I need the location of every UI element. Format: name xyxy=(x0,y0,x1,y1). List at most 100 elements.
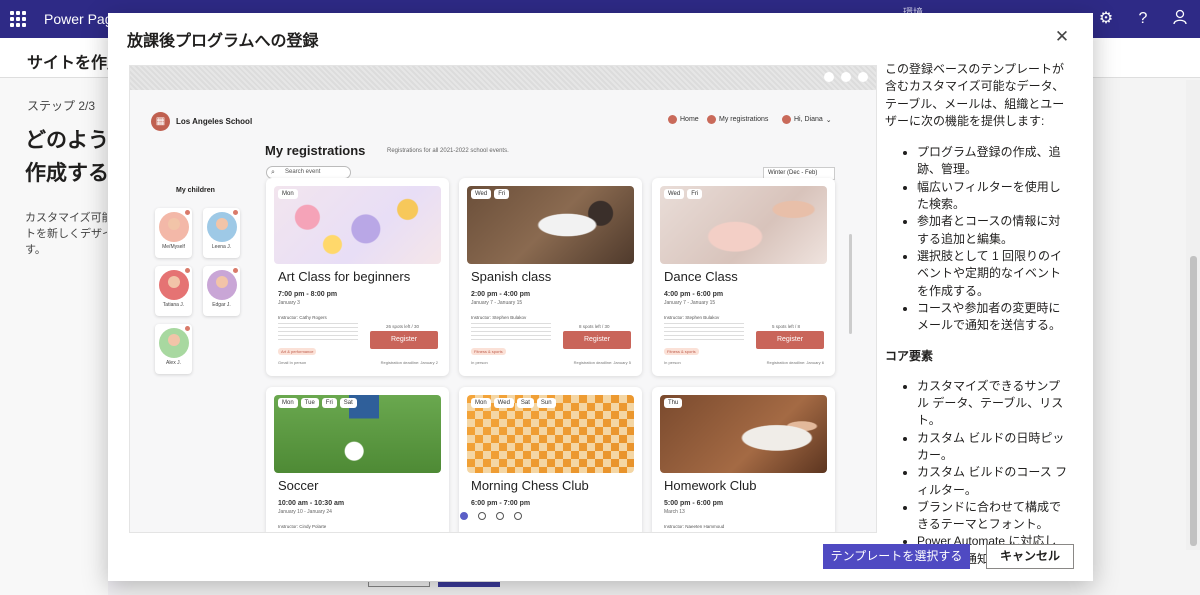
browser-dot xyxy=(841,72,851,82)
event-name: Spanish class xyxy=(471,269,552,284)
day-chip: Mon xyxy=(471,398,491,408)
preview-scrollbar xyxy=(849,234,852,334)
event-description xyxy=(278,323,358,343)
user-avatar-icon xyxy=(782,115,791,124)
event-image xyxy=(274,186,441,264)
preview-page-title: My registrations xyxy=(265,143,366,158)
dialog-title: 放課後プログラムへの登録 xyxy=(127,33,319,50)
event-time: 2:00 pm - 4:00 pm xyxy=(471,291,531,298)
preview-page-subtitle: Registrations for all 2021-2022 school e… xyxy=(387,148,509,154)
cancel-button[interactable]: キャンセル xyxy=(986,544,1074,569)
feature-item: コースや参加者の変更時にメールで通知を送信する。 xyxy=(917,300,1068,335)
day-chip: Fri xyxy=(321,398,337,408)
pager-dot xyxy=(478,512,486,520)
event-deadline: Registration deadline: January 2 xyxy=(380,360,438,365)
day-chip: Sat xyxy=(516,398,534,408)
core-item: カスタム ビルドの日時ピッカー。 xyxy=(917,430,1068,465)
day-chip: Wed xyxy=(493,398,514,408)
event-tag: Fitness & sports xyxy=(471,348,506,355)
child-card: Edgar J. xyxy=(203,266,240,316)
day-chip: Mon xyxy=(278,398,298,408)
step-indicator: ステップ 2/3 xyxy=(27,99,96,113)
pager-dot xyxy=(496,512,504,520)
event-spots: 26 spots left / 30 xyxy=(386,324,420,329)
browser-bar xyxy=(130,66,876,90)
event-image xyxy=(660,395,827,473)
event-dates: January 10 - January 24 xyxy=(278,509,332,515)
registrations-icon xyxy=(707,115,716,124)
help-icon[interactable]: ? xyxy=(1133,9,1153,29)
event-instructor: Instructor: Stephen Bulakov xyxy=(471,315,527,320)
event-name: Dance Class xyxy=(664,269,738,284)
event-deadline: Registration deadline: January 6 xyxy=(766,360,824,365)
wizard-description: カスタマイズ可能なテンプレートを選択します。 トを新しくデザインできます。 す。 xyxy=(25,210,107,258)
wizard-description-line2: トを新しくデザインできます。 xyxy=(25,228,107,240)
page-scrollbar[interactable] xyxy=(1186,80,1200,550)
day-chip: Wed xyxy=(664,189,685,199)
wizard-heading-line1: どのようなサイトを xyxy=(25,129,115,152)
event-description xyxy=(664,323,744,343)
search-placeholder: Search event xyxy=(285,169,321,175)
background-back-button xyxy=(368,582,430,587)
background-next-button xyxy=(438,582,500,587)
feature-item: 選択肢として 1 回限りのイベントや定期的なイベントを作成する。 xyxy=(917,248,1068,300)
event-card: Wed Fri Spanish class 2:00 pm - 4:00 pm J… xyxy=(459,178,642,376)
child-name: Alex J. xyxy=(165,360,181,366)
child-name: Edgar J. xyxy=(212,302,231,308)
event-instructor: Instructor: Naeeten Hammoud xyxy=(664,524,725,529)
event-tag: Fitness & sports xyxy=(664,348,699,355)
intro-text: この登録ベースのテンプレートが含むカスタマイズ可能なデータ、テーブル、メールは、… xyxy=(885,62,1065,128)
event-spots: 8 spots left / 30 xyxy=(579,324,610,329)
feature-item: プログラム登録の作成、追跡、管理。 xyxy=(917,144,1068,179)
core-elements-title: コア要素 xyxy=(885,349,934,364)
day-chip: Thu xyxy=(664,398,683,408)
event-time: 5:00 pm - 6:00 pm xyxy=(664,500,724,507)
core-item: カスタマイズできるサンプル データ、テーブル、リスト。 xyxy=(917,378,1068,430)
register-button: Register xyxy=(370,331,438,349)
template-description: この登録ベースのテンプレートが含むカスタマイズ可能なデータ、テーブル、メールは、… xyxy=(885,61,1068,582)
event-name: Art Class for beginners xyxy=(278,269,411,284)
close-icon[interactable]: ✕ xyxy=(1052,27,1072,47)
day-chip: Wed xyxy=(471,189,492,199)
wizard-heading-line2: 作成するかを xyxy=(25,162,115,185)
pager-dot xyxy=(514,512,522,520)
event-location: In person xyxy=(471,360,488,365)
day-chip: Fri xyxy=(494,189,510,199)
wizard-heading: どのようなサイトを 作成するかを xyxy=(25,124,115,190)
child-card: Tatiana J. xyxy=(155,266,192,316)
child-name: Leena J. xyxy=(211,244,232,250)
event-name: Soccer xyxy=(278,478,319,493)
scrollbar-thumb[interactable] xyxy=(1190,256,1197,546)
account-icon[interactable] xyxy=(1170,9,1190,31)
event-card: Mon Art Class for beginners 7:00 pm - 8:… xyxy=(266,178,449,376)
feature-list: プログラム登録の作成、追跡、管理。 幅広いフィルターを使用した検索。 参加者とコ… xyxy=(885,144,1068,334)
children-label: My children xyxy=(176,187,215,194)
school-logo-icon: ▦ xyxy=(151,112,170,131)
event-instructor: Instructor: Cathy Rogers xyxy=(278,315,327,320)
settings-icon[interactable]: ⚙ xyxy=(1096,9,1116,29)
feature-item: 参加者とコースの情報に対する追加と編集。 xyxy=(917,213,1068,248)
child-name: Me/Myself xyxy=(162,244,185,250)
wizard-description-line3: す。 xyxy=(25,244,46,256)
event-dates: January 7 - January 15 xyxy=(471,300,523,306)
event-description xyxy=(471,323,551,343)
waffle-icon[interactable] xyxy=(10,11,26,27)
event-instructor: Instructor: Cindy Polarte xyxy=(278,524,327,529)
register-button: Register xyxy=(563,331,631,349)
event-location: In person xyxy=(664,360,681,365)
child-name: Tatiana J. xyxy=(162,302,185,308)
chevron-down-icon: ⌄ xyxy=(825,116,832,124)
event-dates: January 3 xyxy=(278,300,300,306)
feature-item: 幅広いフィルターを使用した検索。 xyxy=(917,179,1068,214)
nav-home-label: Home xyxy=(680,116,699,123)
nav-home: Home xyxy=(668,115,699,124)
background-footer-buttons xyxy=(360,582,500,595)
nav-registrations-label: My registrations xyxy=(719,116,769,123)
select-template-button[interactable]: テンプレートを選択する xyxy=(823,544,970,569)
event-spots: 5 spots left / 8 xyxy=(772,324,801,329)
core-item: カスタム ビルドのコース フィルター。 xyxy=(917,464,1068,499)
template-dialog: 放課後プログラムへの登録 ✕ ▦ Los Angeles School Home… xyxy=(108,13,1093,581)
wizard-description-line1: カスタマイズ可能なテンプレートを選択します。 xyxy=(25,212,107,224)
event-tag: Art & performance xyxy=(278,348,317,355)
child-card: Leena J. xyxy=(203,208,240,258)
